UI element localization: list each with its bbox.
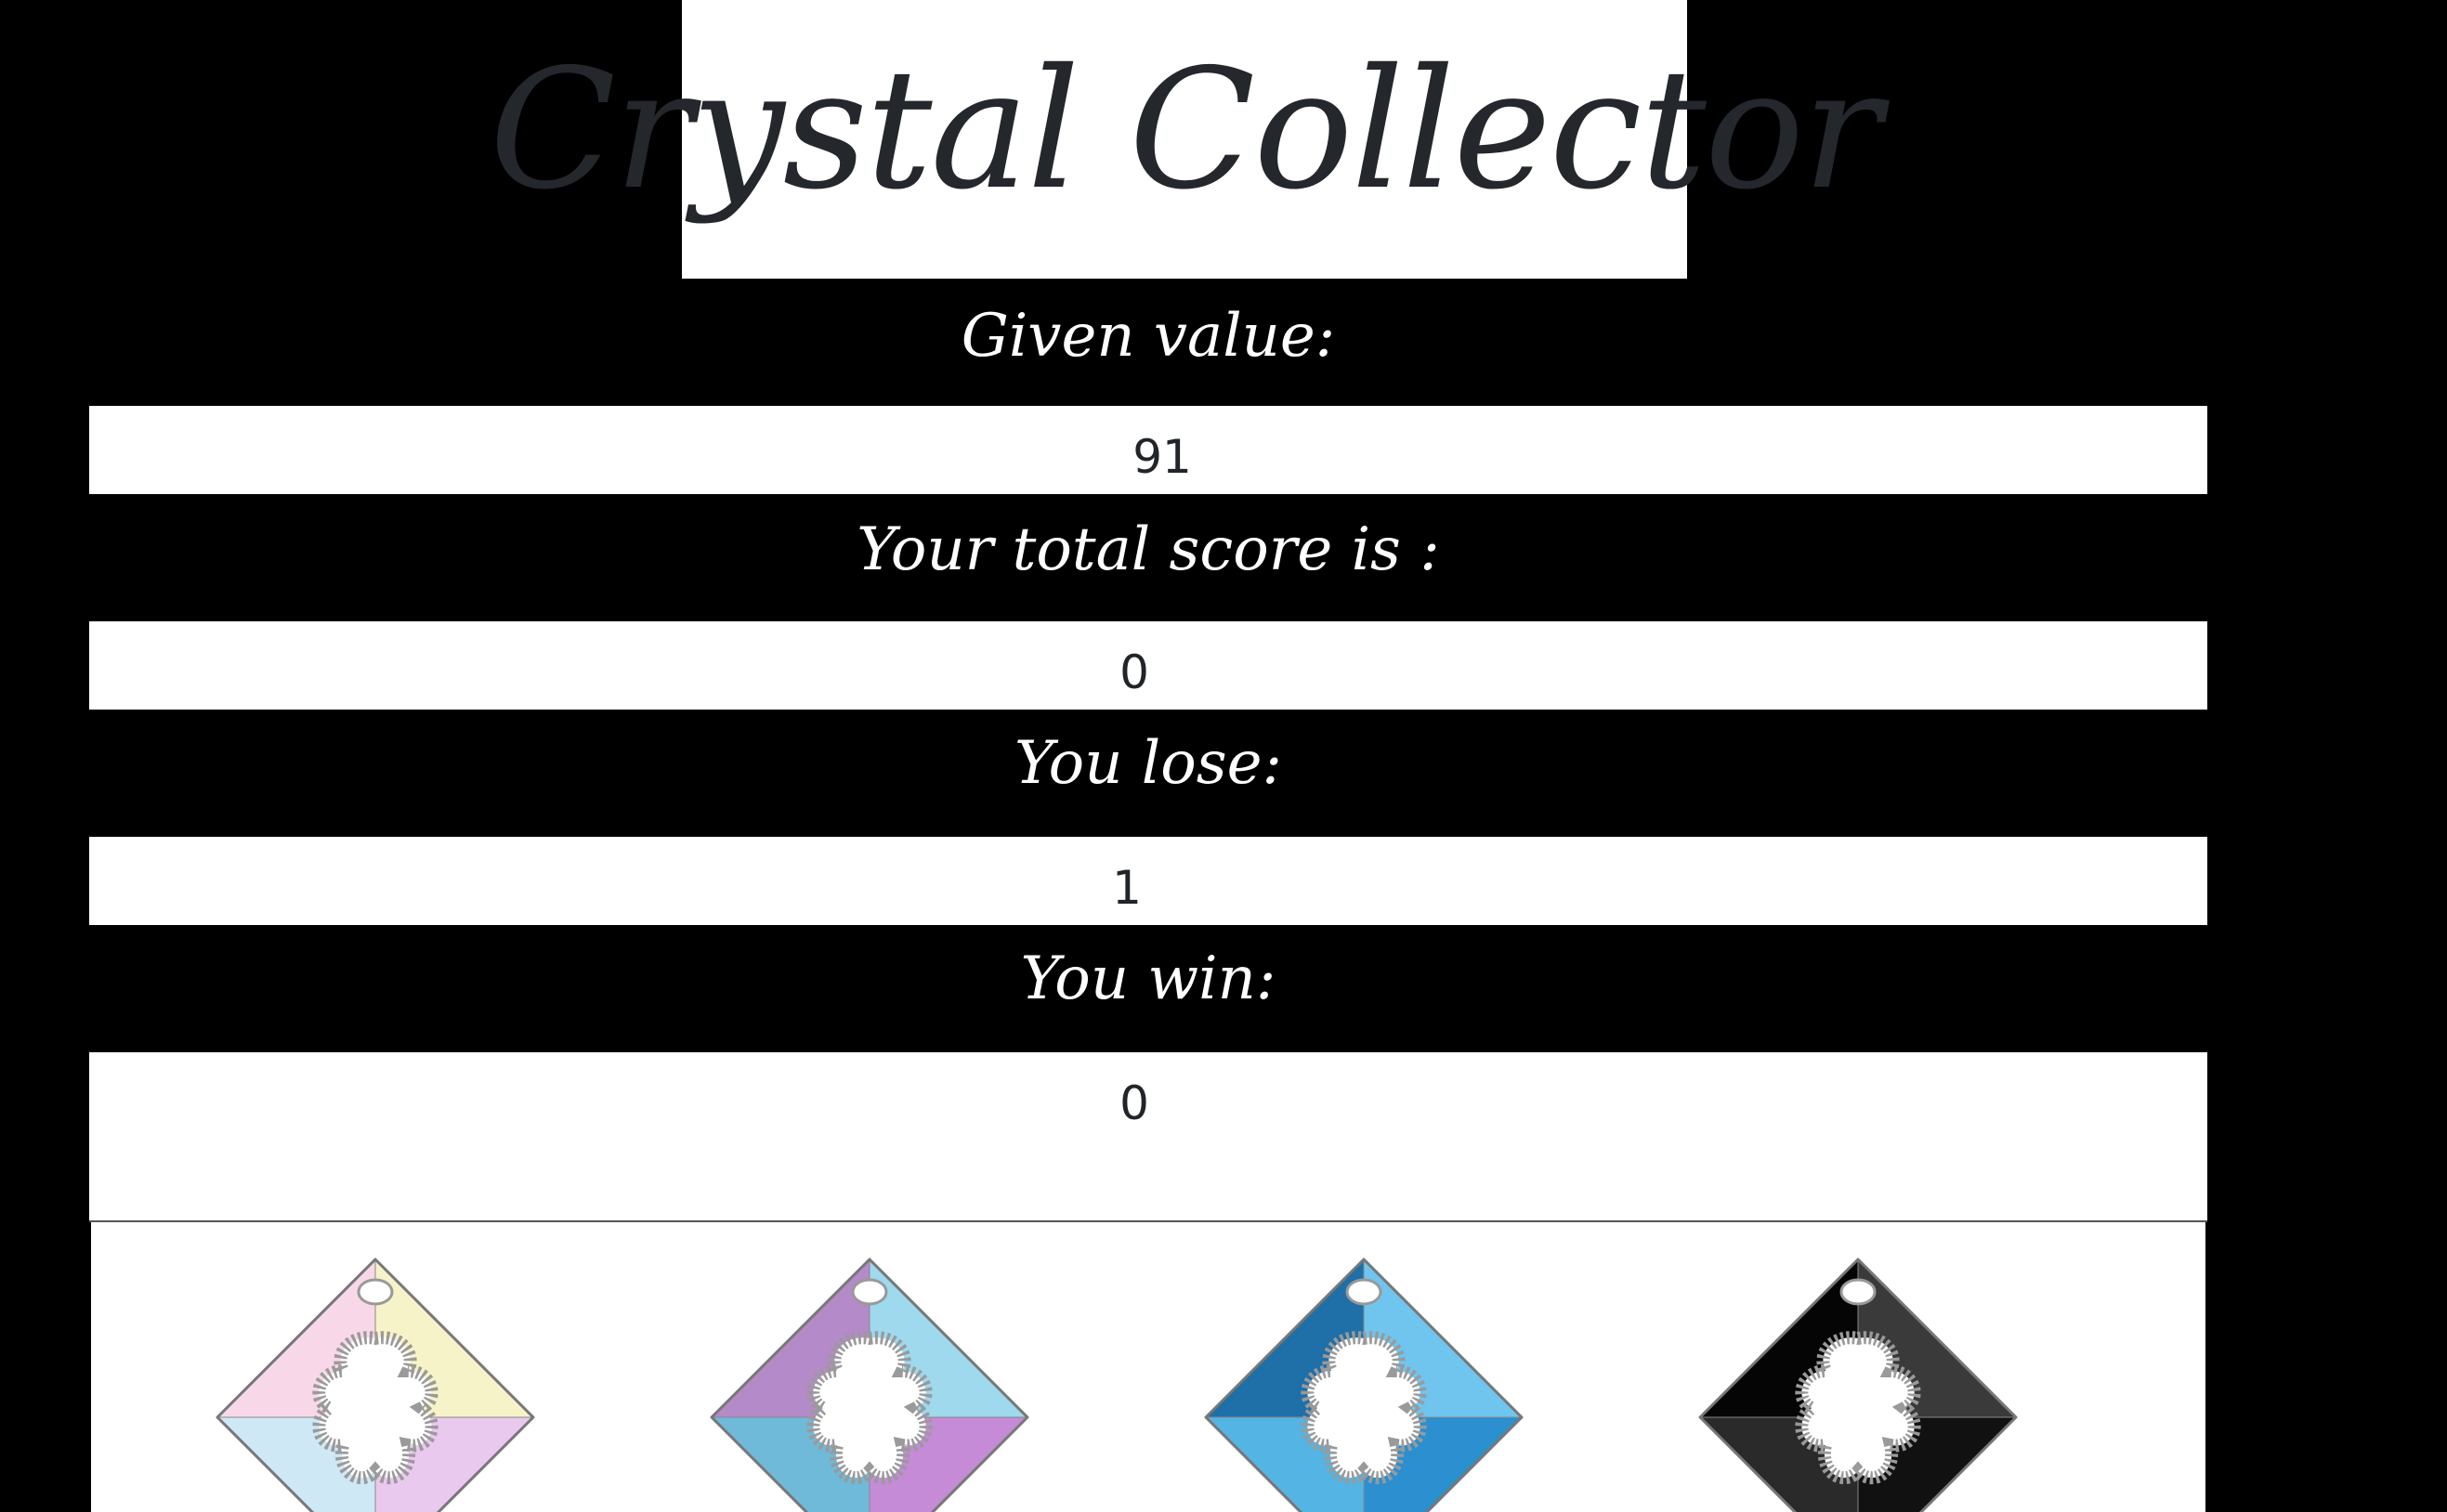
aurora-crystal-icon — [216, 1258, 535, 1512]
crystal-hole — [1345, 1278, 1382, 1306]
losses-label: You lose: — [1014, 729, 1283, 798]
crystal-hole — [1839, 1278, 1877, 1306]
title-banner: Crystal Collector — [490, 0, 1881, 279]
wins-label: You win: — [1020, 945, 1276, 1013]
crystal-button-1[interactable] — [208, 1250, 543, 1512]
crystal-hole — [357, 1278, 394, 1306]
black-crystal-icon — [1698, 1258, 2018, 1512]
losses-box: 1 — [89, 837, 2207, 925]
crystal-button-2[interactable] — [702, 1250, 1037, 1512]
violet-blue-crystal-icon — [710, 1258, 1029, 1512]
crystal-button-4[interactable] — [1691, 1250, 2025, 1512]
given-value-label: Given value: — [961, 302, 1336, 371]
blue-crystal-icon — [1204, 1258, 1524, 1512]
crystal-hole — [851, 1278, 888, 1306]
given-value: 91 — [1132, 430, 1192, 484]
page-title: Crystal Collector — [489, 33, 1881, 226]
losses-value: 1 — [1112, 861, 1142, 915]
total-score-value: 0 — [1119, 645, 1149, 699]
total-score-box: 0 — [89, 621, 2207, 710]
crystal-button-3[interactable] — [1197, 1250, 1531, 1512]
wins-box: 0 — [89, 1052, 2207, 1220]
crystal-panel — [91, 1222, 2205, 1512]
given-value-box: 91 — [89, 406, 2207, 494]
total-score-label: Your total score is : — [857, 515, 1440, 584]
wins-value: 0 — [1119, 1076, 1149, 1130]
